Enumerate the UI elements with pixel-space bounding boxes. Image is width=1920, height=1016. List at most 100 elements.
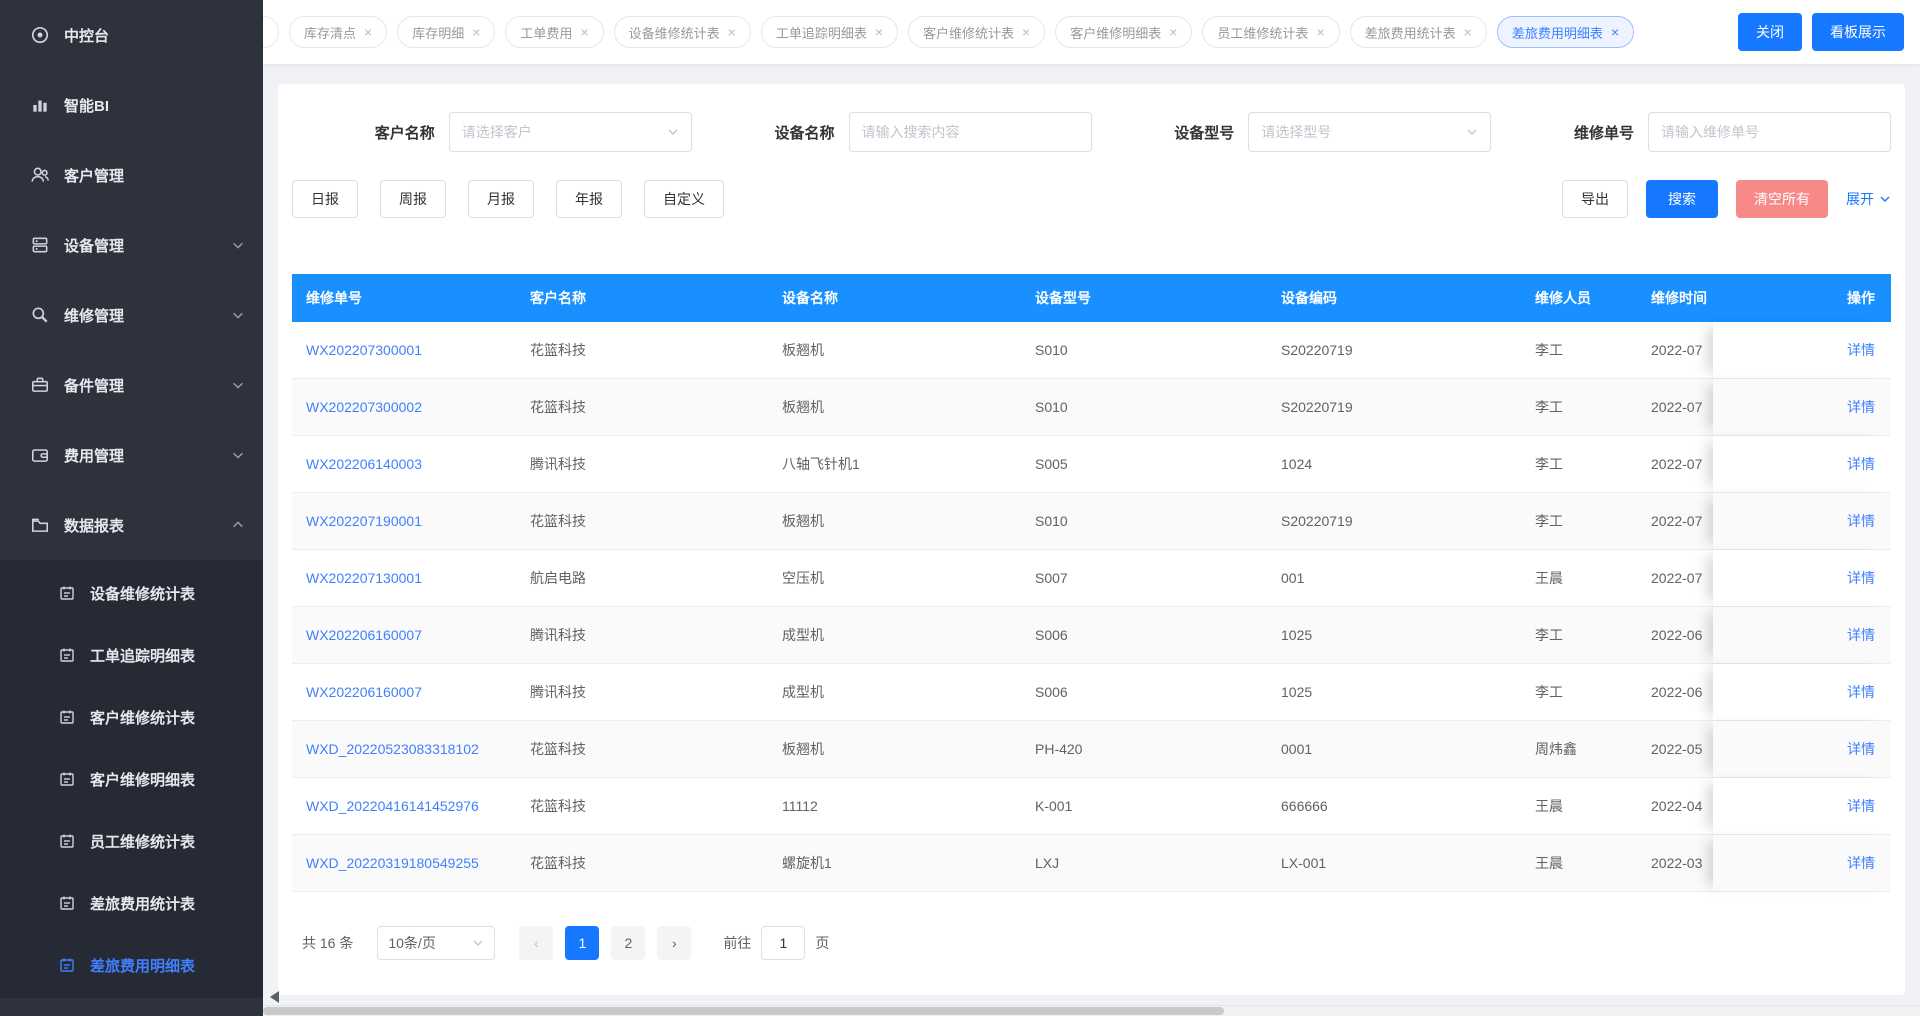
cell-repair-time: 2022-07 (1651, 513, 1703, 529)
sidebar-subitem[interactable]: 差旅费用统计表 (0, 872, 263, 934)
detail-link[interactable]: 详情 (1847, 739, 1875, 759)
sidebar-item-bi[interactable]: 智能BI (0, 70, 263, 140)
chevron-down-icon (667, 126, 679, 138)
page-number-button[interactable]: 2 (611, 926, 646, 960)
cell-repair-time: 2022-04 (1651, 798, 1703, 814)
page-number-button[interactable]: 1 (565, 926, 600, 960)
period-button[interactable]: 月报 (468, 180, 534, 218)
close-icon[interactable]: × (472, 25, 480, 39)
sidebar-item-console[interactable]: 中控台 (0, 0, 263, 70)
period-button[interactable]: 周报 (380, 180, 446, 218)
tab-label: 客户维修明细表 (1070, 25, 1162, 41)
order-no-link[interactable]: WX202207300001 (306, 342, 422, 358)
close-icon[interactable]: × (1169, 25, 1177, 39)
tab[interactable]: 库存清点 × (289, 16, 388, 48)
close-icon[interactable]: × (728, 25, 736, 39)
page-size-select[interactable]: 10条/页 (377, 926, 496, 960)
sidebar-item-reports[interactable]: 数据报表 (0, 490, 263, 560)
detail-link[interactable]: 详情 (1847, 511, 1875, 531)
order-no-link[interactable]: WX202207190001 (306, 513, 422, 529)
order-no-link[interactable]: WX202207300002 (306, 399, 422, 415)
sidebar-subitem[interactable]: 员工维修统计表 (0, 810, 263, 872)
clear-all-button[interactable]: 清空所有 (1736, 180, 1828, 218)
cell-action: 详情 (1713, 379, 1891, 435)
detail-link[interactable]: 详情 (1847, 796, 1875, 816)
tab-label: 库存清点 (304, 25, 357, 41)
tab[interactable]: 工单费用 × (505, 16, 604, 48)
detail-link[interactable]: 详情 (1847, 340, 1875, 360)
close-icon[interactable]: × (1611, 25, 1619, 39)
detail-link[interactable]: 详情 (1847, 568, 1875, 588)
next-page-button[interactable]: › (657, 926, 692, 960)
sidebar-item-label: 智能BI (64, 97, 110, 115)
sidebar-subitem[interactable]: 工单追踪明细表 (0, 624, 263, 686)
detail-link[interactable]: 详情 (1847, 625, 1875, 645)
period-button[interactable]: 日报 (292, 180, 358, 218)
detail-link[interactable]: 详情 (1847, 682, 1875, 702)
tab[interactable]: 员工维修统计表 × (1202, 16, 1340, 48)
devices-icon (30, 235, 50, 255)
collapse-sidebar-icon[interactable] (270, 991, 279, 1003)
goto-page-input[interactable] (761, 926, 806, 960)
prev-page-button[interactable]: ‹ (519, 926, 554, 960)
sidebar-item-customers[interactable]: 客户管理 (0, 140, 263, 210)
sidebar-subitem[interactable]: 客户维修明细表 (0, 748, 263, 810)
period-button[interactable]: 自定义 (644, 180, 724, 218)
tab[interactable]: 差旅费用明细表 × (1496, 16, 1635, 48)
device-name-input[interactable] (848, 112, 1092, 152)
device-model-select[interactable]: 请选择型号 (1248, 112, 1492, 152)
cell-device-name: 板翘机 (782, 513, 824, 529)
cell-device-code: S20220719 (1281, 342, 1353, 358)
period-button[interactable]: 年报 (556, 180, 622, 218)
table-row: WX202207190001 花篮科技 板翘机 S010 S20220719 李… (292, 493, 1891, 550)
sidebar-item-repair[interactable]: 维修管理 (0, 280, 263, 350)
tab[interactable]: 客户维修明细表 × (1055, 16, 1193, 48)
close-icon[interactable]: × (580, 25, 588, 39)
close-icon[interactable]: × (1464, 25, 1472, 39)
detail-link[interactable]: 详情 (1847, 454, 1875, 474)
content-area: 客户名称 请选择客户 设备名称 设备型号 请选择型号 (263, 64, 1920, 1005)
order-no-link[interactable]: WXD_20220416141452976 (306, 798, 479, 814)
tab[interactable]: 库存明细 × (397, 16, 496, 48)
close-icon[interactable]: × (364, 25, 372, 39)
tab[interactable]: 设备维修统计表 × (613, 16, 751, 48)
tab-label: 员工维修统计表 (1217, 25, 1309, 41)
customer-select[interactable]: 请选择客户 (448, 112, 692, 152)
header-customer-name: 客户名称 (530, 290, 586, 306)
detail-link[interactable]: 详情 (1847, 397, 1875, 417)
order-no-input[interactable] (1648, 112, 1891, 152)
close-button[interactable]: 关闭 (1738, 13, 1802, 51)
cell-repair-time: 2022-03 (1651, 855, 1703, 871)
sidebar-subitem[interactable]: 客户维修统计表 (0, 686, 263, 748)
order-no-link[interactable]: WX202206140003 (306, 456, 422, 472)
order-no-link[interactable]: WX202206160007 (306, 684, 422, 700)
order-no-link[interactable]: WX202206160007 (306, 627, 422, 643)
sidebar-item-devices[interactable]: 设备管理 (0, 210, 263, 280)
sidebar-item-spare-parts[interactable]: 备件管理 (0, 350, 263, 420)
detail-link[interactable]: 详情 (1847, 853, 1875, 873)
tab[interactable]: 差旅费用统计表 × (1349, 16, 1487, 48)
order-no-link[interactable]: WXD_20220319180549255 (306, 855, 479, 871)
sidebar-item-label: 中控台 (64, 27, 110, 45)
search-button[interactable]: 搜索 (1646, 180, 1718, 218)
horizontal-scrollbar[interactable] (263, 1005, 1920, 1016)
close-icon[interactable]: × (875, 25, 883, 39)
cell-device-name: 板翘机 (782, 399, 824, 415)
scrollbar-thumb[interactable] (263, 1007, 1225, 1015)
order-no-link[interactable]: WX202207130001 (306, 570, 422, 586)
close-icon[interactable]: × (1022, 25, 1030, 39)
expand-link[interactable]: 展开 (1846, 189, 1891, 209)
sidebar-item-expenses[interactable]: 费用管理 (0, 420, 263, 490)
cell-order-no: WX202206160007 (292, 664, 516, 720)
tab[interactable]: 客户维修统计表 × (908, 16, 1046, 48)
sidebar-subitem[interactable]: 设备维修统计表 (0, 562, 263, 624)
order-no-link[interactable]: WXD_20220523083318102 (306, 741, 479, 757)
board-display-button[interactable]: 看板展示 (1812, 13, 1904, 51)
export-button[interactable]: 导出 (1562, 180, 1628, 218)
sidebar-subitem[interactable]: 差旅费用明细表 (0, 934, 263, 996)
chevron-down-icon (231, 238, 245, 252)
open-tabs: 库存清点 × 库存明细 × 工单费用 × 设备维修统计表 × 工单追踪明细表 ×… (263, 16, 1728, 48)
tab[interactable]: 工单追踪明细表 × (760, 16, 899, 48)
clipped-tab[interactable] (263, 16, 279, 48)
close-icon[interactable]: × (1316, 25, 1324, 39)
